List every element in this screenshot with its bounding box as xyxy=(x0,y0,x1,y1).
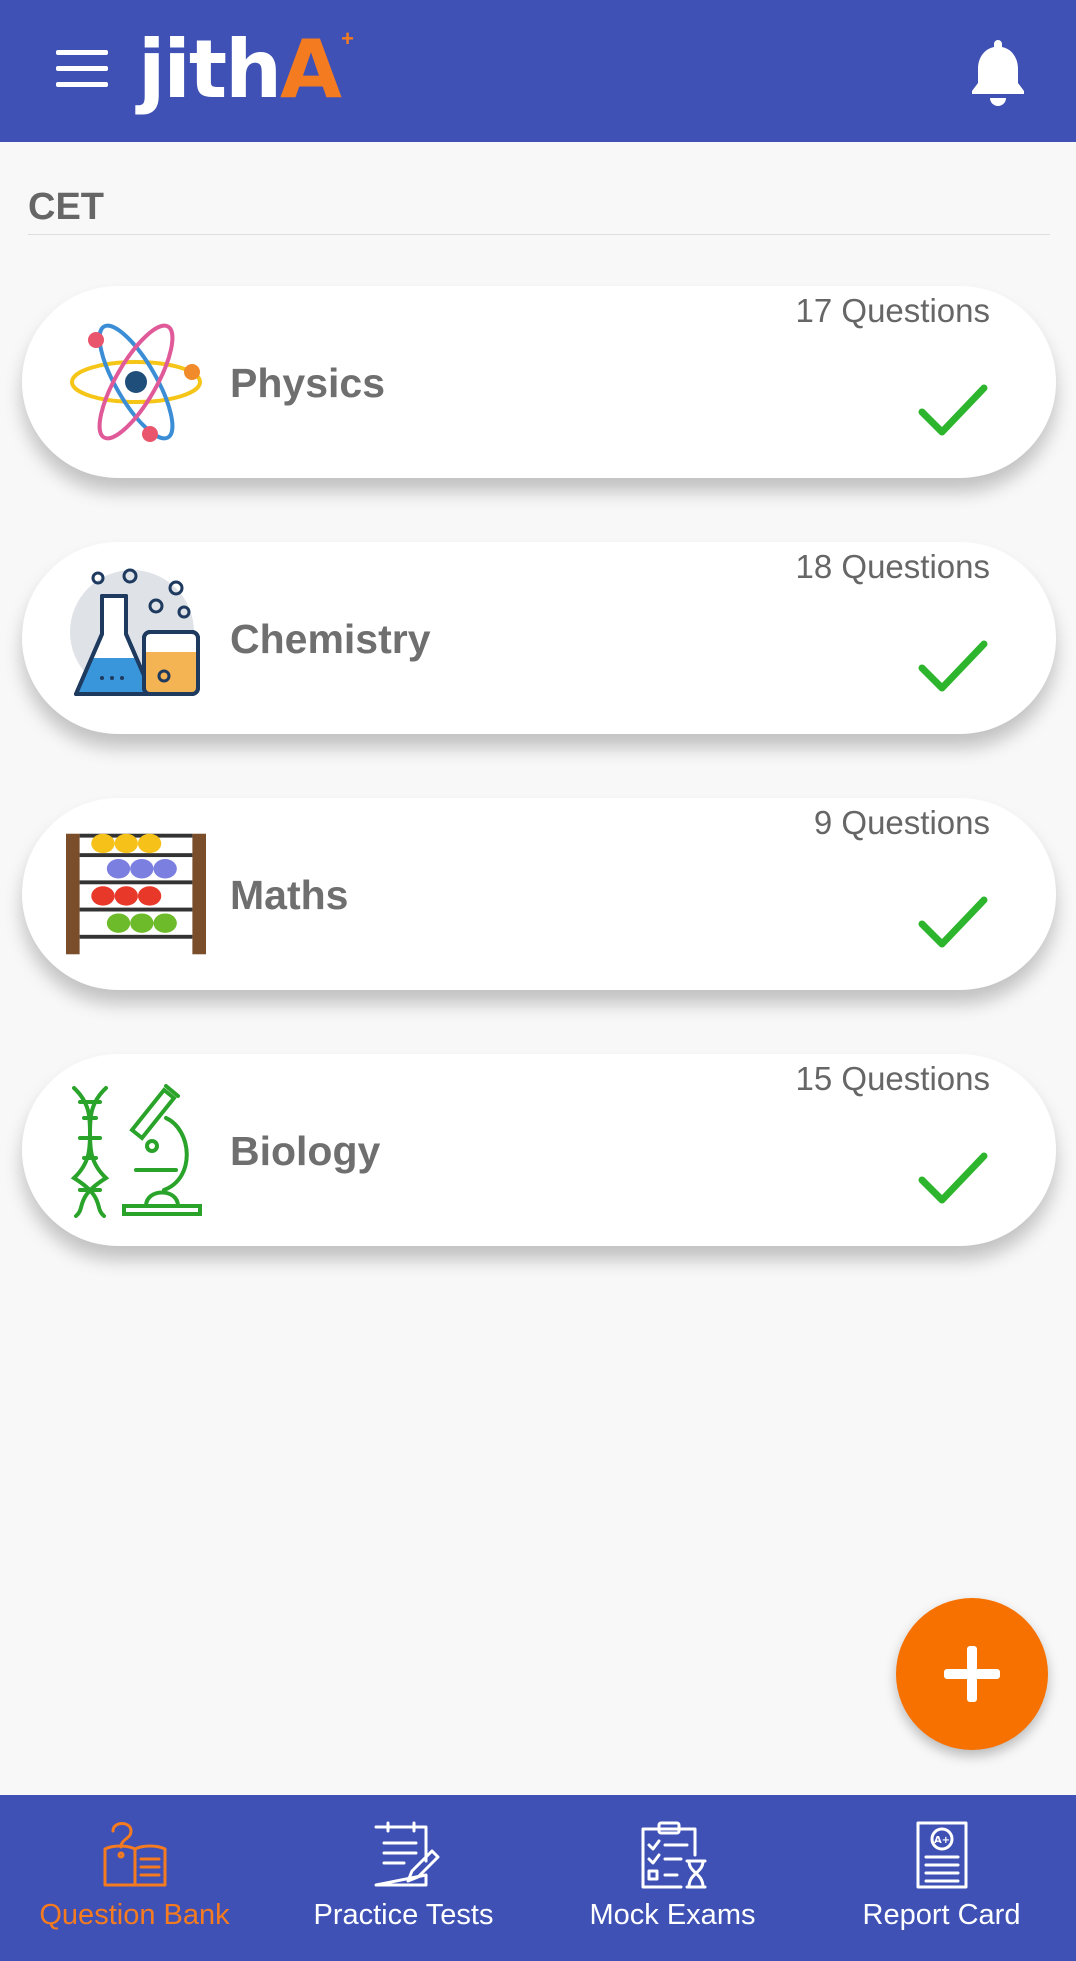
subject-title: Maths xyxy=(230,872,349,918)
dna-microscope-icon xyxy=(70,1084,202,1218)
subject-card-maths[interactable]: Maths 9 Questions xyxy=(22,798,1056,990)
subject-card-physics[interactable]: Physics 17 Questions xyxy=(22,286,1056,478)
check-icon xyxy=(918,640,988,692)
logo-accent: A xyxy=(280,23,342,116)
nav-item-question-bank[interactable]: Question Bank xyxy=(0,1795,269,1961)
add-button[interactable] xyxy=(896,1598,1048,1750)
subject-card-biology[interactable]: Biology 15 Questions xyxy=(22,1054,1056,1246)
logo-plus: + xyxy=(341,26,354,51)
check-icon xyxy=(918,1152,988,1204)
nav-label: Question Bank xyxy=(39,1899,230,1931)
app-logo: jith A + xyxy=(138,23,354,116)
bottom-nav: Question Bank Practice Tests Mock Exams xyxy=(0,1795,1076,1961)
hamburger-menu-icon[interactable] xyxy=(56,50,108,90)
question-book-icon xyxy=(103,1822,166,1887)
question-count: 18 Questions xyxy=(795,548,990,585)
svg-text:A+: A+ xyxy=(933,1835,949,1846)
flask-icon xyxy=(70,568,200,696)
subject-title: Chemistry xyxy=(230,616,431,662)
atom-icon xyxy=(70,323,202,442)
logo-text: jith xyxy=(138,23,282,116)
check-icon xyxy=(918,896,988,948)
plus-icon xyxy=(944,1646,1000,1702)
app-header: jith A + xyxy=(0,0,1076,142)
nav-label: Mock Exams xyxy=(589,1899,756,1931)
subject-title: Biology xyxy=(230,1128,381,1174)
nav-item-report-card[interactable]: A+ Report Card xyxy=(807,1795,1076,1961)
section-title: CET xyxy=(28,186,104,228)
abacus-icon xyxy=(66,833,206,955)
subject-card-chemistry[interactable]: Chemistry 18 Questions xyxy=(22,542,1056,734)
checklist-hourglass-icon xyxy=(641,1821,706,1889)
nav-item-mock-exams[interactable]: Mock Exams xyxy=(538,1795,807,1961)
check-icon xyxy=(918,384,988,436)
question-count: 9 Questions xyxy=(813,804,990,841)
question-count: 15 Questions xyxy=(795,1060,990,1097)
nav-label: Practice Tests xyxy=(313,1899,494,1931)
nav-label: Report Card xyxy=(862,1899,1021,1931)
question-count: 17 Questions xyxy=(795,292,990,329)
report-card-icon: A+ xyxy=(916,1821,967,1889)
nav-item-practice-tests[interactable]: Practice Tests xyxy=(269,1795,538,1961)
clipboard-pen-icon xyxy=(374,1821,439,1887)
subject-title: Physics xyxy=(230,360,385,406)
section-divider xyxy=(28,234,1050,235)
bell-icon[interactable] xyxy=(968,36,1028,108)
